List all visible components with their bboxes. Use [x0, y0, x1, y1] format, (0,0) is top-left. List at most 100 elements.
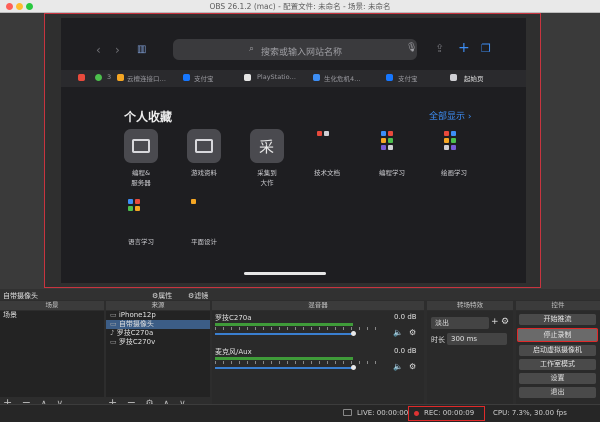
iphone-mirror-source[interactable]: ‹ › ▥ ⌕ 搜索或输入网站名称 🎙 ⇪ + ❐ 3 云檀连接口… 支付宝 P…	[61, 18, 526, 283]
volume-slider-knob[interactable]	[351, 331, 356, 336]
gear-icon[interactable]: ⚙	[409, 328, 416, 337]
sources-dock-title: 来源	[106, 301, 210, 310]
favorite-label: 采集到 大作	[257, 169, 277, 187]
title-bar: OBS 26.1.2 (mac) - 配置文件: 未命名 - 场景: 未命名	[0, 0, 600, 13]
volume-slider-knob[interactable]	[351, 365, 356, 370]
list-item[interactable]: 场景	[0, 311, 104, 320]
stop-recording-button[interactable]: 停止录制	[517, 328, 598, 342]
favicon-icon	[78, 74, 85, 81]
volume-meter	[215, 357, 353, 360]
mixer-channel-name: 麦克风/Aux	[215, 348, 252, 356]
live-indicator-icon	[343, 409, 352, 416]
favorites-heading: 个人收藏	[124, 110, 173, 124]
tab-0[interactable]: 云檀连接口…	[127, 73, 166, 83]
duration-label: 时长	[431, 336, 445, 344]
favorite-label: 编程学习	[379, 169, 405, 177]
folder-icon	[195, 139, 213, 153]
close-window-icon[interactable]	[6, 3, 13, 10]
gear-icon[interactable]: ⚙	[409, 362, 416, 371]
tab-favicon-icon	[117, 74, 124, 81]
add-transition-icon[interactable]: +	[491, 317, 499, 327]
show-all-link[interactable]: 全部显示 ›	[429, 109, 471, 122]
volume-slider[interactable]	[215, 367, 353, 369]
share-icon[interactable]: ⇪	[435, 42, 444, 55]
source-toolbar	[0, 289, 600, 300]
source-label: 罗技C270v	[118, 338, 156, 346]
duration-input[interactable]: 300 ms	[447, 333, 507, 345]
controls-panel: 开始推流 停止录制 启动虚拟摄像机 工作室模式 设置 退出	[516, 311, 600, 405]
tech-docs-icon[interactable]	[317, 131, 329, 136]
scenes-dock-title: 场景	[0, 301, 104, 310]
properties-button[interactable]: ⚙属性	[152, 291, 172, 301]
tab-5-active[interactable]: 起始页	[464, 73, 484, 83]
favorite-label: 技术文档	[314, 169, 340, 177]
gear-icon[interactable]: ⚙	[501, 317, 509, 327]
volume-slider[interactable]	[215, 333, 353, 335]
list-item[interactable]: ♪ 罗技C270a	[106, 329, 210, 338]
programming-learning-icon[interactable]	[381, 131, 393, 150]
mixer-channel-db: 0.0 dB	[394, 347, 417, 355]
mixer-panel: 罗技C270a 0.0 dB 🔈 ⚙ 麦克风/Aux 0.0 dB 🔈 ⚙	[212, 311, 424, 405]
forward-icon[interactable]: ›	[115, 43, 120, 57]
filters-button[interactable]: ⚙滤镜	[188, 291, 208, 301]
transitions-panel: 淡出 + ⚙ 时长 300 ms	[427, 311, 513, 405]
mixer-title: 混音器	[308, 301, 328, 309]
bookmarks-icon[interactable]: ▥	[137, 44, 146, 55]
start-virtual-camera-button[interactable]: 启动虚拟摄像机	[519, 345, 596, 356]
tab-3[interactable]: 生化危机4…	[324, 73, 361, 83]
graphic-design-icon[interactable]	[191, 199, 203, 204]
tab-1[interactable]: 支付宝	[194, 73, 214, 83]
transition-select[interactable]: 淡出	[431, 317, 489, 329]
cai-glyph-icon: 采	[259, 138, 275, 156]
audio-source-icon: ♪	[110, 329, 117, 337]
list-item-selected[interactable]: ▭ 自带摄像头	[106, 320, 210, 329]
volume-meter	[215, 323, 353, 326]
favorite-tile-game-docs[interactable]	[187, 129, 221, 163]
mixer-channel-db: 0.0 dB	[394, 313, 417, 321]
favorite-label: 游戏资料	[191, 169, 217, 177]
sources-title: 来源	[151, 301, 165, 309]
favorite-label: 语言学习	[128, 238, 154, 246]
mixer-channel-name: 罗技C270a	[215, 314, 252, 322]
tabs-overview-icon[interactable]: ❐	[481, 42, 491, 55]
tab-favicon-icon	[386, 74, 393, 81]
microphone-icon[interactable]: 🎙	[406, 43, 417, 53]
cpu-fps-readout: CPU: 7.3%, 30.00 fps	[493, 409, 567, 417]
settings-button[interactable]: 设置	[519, 373, 596, 384]
sources-list[interactable]: ▭ iPhone12p ▭ 自带摄像头 ♪ 罗技C270a ▭ 罗技C270v	[106, 311, 210, 397]
rec-timer: REC: 00:00:09	[424, 409, 475, 417]
address-placeholder: 搜索或输入网站名称	[261, 48, 343, 58]
language-learning-icon[interactable]	[128, 199, 140, 211]
scenes-list[interactable]: 场景	[0, 311, 104, 397]
studio-mode-button[interactable]: 工作室模式	[519, 359, 596, 370]
start-streaming-button[interactable]: 开始推流	[519, 314, 596, 325]
obs-window: OBS 26.1.2 (mac) - 配置文件: 未命名 - 场景: 未命名 ‹…	[0, 0, 600, 422]
new-tab-icon[interactable]: +	[458, 40, 470, 56]
wechat-icon	[95, 74, 102, 81]
tab-favicon-icon	[244, 74, 251, 81]
exit-button[interactable]: 退出	[519, 387, 596, 398]
speaker-icon[interactable]: 🔈	[393, 328, 403, 337]
source-label: 罗技C270a	[116, 329, 154, 337]
tab-4[interactable]: 支付宝	[398, 73, 418, 83]
minimize-window-icon[interactable]	[16, 3, 23, 10]
list-item[interactable]: ▭ 罗技C270v	[106, 338, 210, 347]
favorite-tile-programming[interactable]	[124, 129, 158, 163]
back-icon[interactable]: ‹	[96, 43, 101, 57]
speaker-icon[interactable]: 🔈	[393, 362, 403, 371]
favorite-tile-collect[interactable]: 采	[250, 129, 284, 163]
meter-scale	[215, 327, 383, 330]
tab-2[interactable]: PlayStatio…	[257, 73, 296, 81]
camera-source-icon: ▭	[110, 320, 119, 328]
list-item[interactable]: ▭ iPhone12p	[106, 311, 210, 320]
source-label: 自带摄像头	[118, 320, 154, 328]
drawing-learning-icon[interactable]	[444, 131, 456, 150]
zoom-window-icon[interactable]	[26, 3, 33, 10]
current-source-name: 自带摄像头	[3, 292, 38, 300]
tab-favicon-icon	[313, 74, 320, 81]
transitions-dock-title: 转场特效	[427, 301, 513, 310]
home-indicator	[244, 272, 326, 275]
live-timer: LIVE: 00:00:00	[357, 409, 409, 417]
camera-source-icon: ▭	[110, 338, 119, 346]
status-bar: LIVE: 00:00:00 REC: 00:00:09 CPU: 7.3%, …	[0, 404, 600, 422]
